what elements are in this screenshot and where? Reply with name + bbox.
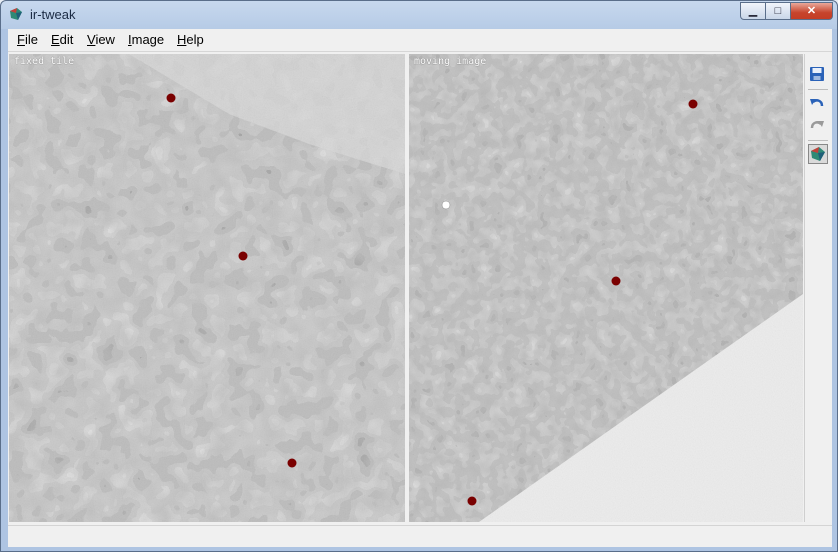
menu-image[interactable]: Image	[128, 32, 164, 47]
close-button[interactable]: ✕	[790, 2, 833, 20]
undo-button[interactable]	[808, 94, 828, 114]
menu-edit-label: dit	[59, 32, 74, 47]
status-bar	[8, 525, 832, 547]
moving-image[interactable]	[409, 54, 803, 522]
side-toolbar	[804, 54, 831, 522]
menu-view-label: iew	[95, 32, 115, 47]
marker-point[interactable]	[287, 458, 297, 468]
moving-image-label: moving image	[414, 56, 487, 67]
fixed-tile-label: fixed tile	[14, 56, 75, 67]
minimize-button[interactable]: ▁	[740, 2, 766, 20]
toolbar-separator	[808, 140, 828, 141]
menu-edit-hotkey: E	[51, 32, 60, 47]
app-icon	[811, 147, 825, 161]
menu-file-hotkey: F	[17, 32, 25, 47]
menu-help-hotkey: H	[177, 32, 187, 47]
marker-point[interactable]	[467, 496, 477, 506]
save-button[interactable]	[808, 65, 828, 85]
moving-image-viewer[interactable]: moving image	[409, 54, 803, 522]
marker-point[interactable]	[238, 251, 248, 261]
toolbar-separator	[808, 89, 828, 90]
fixed-tile-image[interactable]	[9, 54, 405, 522]
app-window: ir-tweak ▁ □ ✕ File Edit View Image Help	[0, 0, 838, 552]
menu-edit[interactable]: Edit	[51, 32, 73, 47]
menu-file[interactable]: File	[17, 32, 38, 47]
selected-marker-point[interactable]	[441, 200, 451, 210]
window-title: ir-tweak	[30, 7, 76, 22]
menu-image-label: mage	[131, 32, 165, 47]
menu-help[interactable]: Help	[177, 32, 204, 47]
save-icon	[810, 67, 824, 81]
menu-file-label: ile	[24, 32, 38, 47]
marker-point[interactable]	[688, 99, 698, 109]
fixed-tile-viewer[interactable]: fixed tile	[9, 54, 405, 522]
alignment-tool-button[interactable]	[808, 144, 828, 164]
redo-icon	[810, 121, 824, 129]
app-logo-icon	[10, 8, 22, 20]
client-area: fixed tile moving image	[8, 52, 832, 525]
maximize-button[interactable]: □	[765, 2, 791, 20]
undo-icon	[810, 99, 824, 107]
menu-view[interactable]: View	[87, 32, 115, 47]
marker-point[interactable]	[166, 93, 176, 103]
menu-bar: File Edit View Image Help	[8, 29, 832, 52]
marker-point[interactable]	[611, 276, 621, 286]
menu-help-label: elp	[186, 32, 204, 47]
title-bar[interactable]: ir-tweak ▁ □ ✕	[1, 1, 837, 29]
redo-button[interactable]	[808, 116, 828, 136]
